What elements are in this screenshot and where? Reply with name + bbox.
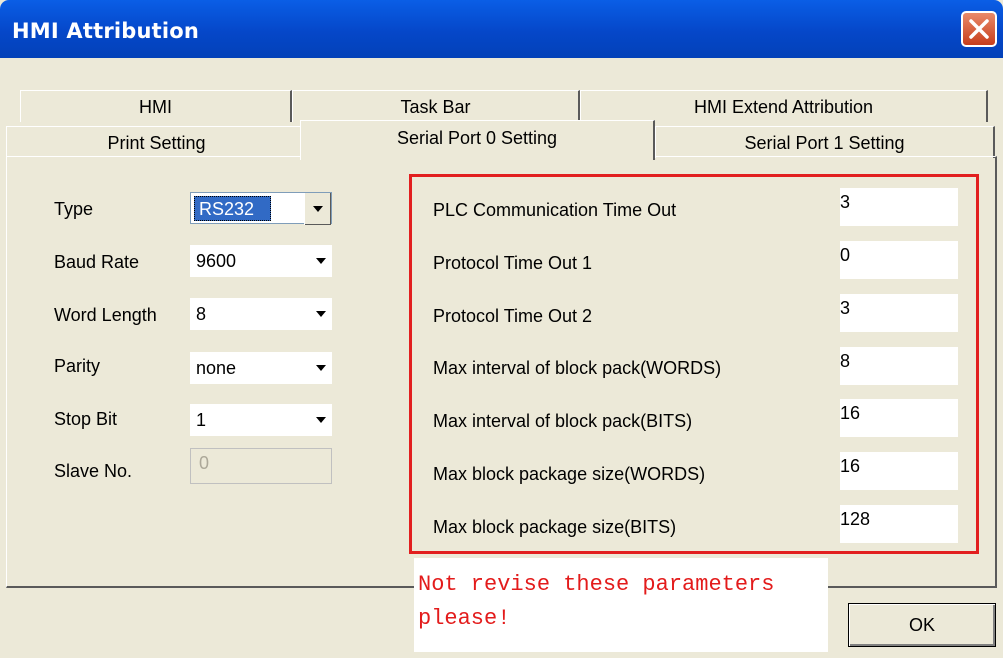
stop-bit-dropdown-button[interactable] (308, 404, 332, 436)
tab-hmi-extend-attribution[interactable]: HMI Extend Attribution (580, 90, 988, 122)
tab-label: HMI Extend Attribution (693, 97, 874, 117)
tab-serial-port-0-setting[interactable]: Serial Port 0 Setting (300, 120, 655, 160)
param-value: 16 (840, 403, 861, 423)
protocol-timeout-2-input[interactable]: 3 (840, 294, 958, 332)
param-value: 128 (840, 509, 871, 529)
baud-rate-label: Baud Rate (54, 252, 140, 272)
type-dropdown-button[interactable] (304, 193, 331, 225)
window-title: HMI Attribution (12, 19, 200, 43)
chevron-down-icon (316, 365, 326, 371)
chevron-down-icon (316, 258, 326, 264)
slave-no-label: Slave No. (54, 461, 133, 481)
stop-bit-label: Stop Bit (54, 409, 118, 429)
param-label: PLC Communication Time Out (433, 200, 677, 220)
parity-dropdown-button[interactable] (308, 352, 332, 384)
param-label: Max interval of block pack(WORDS) (433, 358, 722, 378)
max-package-words-input[interactable]: 16 (840, 452, 958, 490)
max-interval-words-input[interactable]: 8 (840, 347, 958, 385)
tab-label: Task Bar (400, 97, 471, 117)
tab-label: Print Setting (107, 133, 206, 153)
tab-row-front: Print Setting Serial Port 0 Setting Seri… (0, 120, 1003, 160)
tab-hmi[interactable]: HMI (20, 90, 292, 122)
word-length-label: Word Length (54, 305, 157, 325)
baud-rate-dropdown-button[interactable] (308, 245, 332, 277)
type-selected-highlight: RS232 (194, 196, 271, 221)
tab-label: HMI (139, 97, 172, 117)
param-value: 8 (840, 351, 851, 371)
tab-task-bar[interactable]: Task Bar (292, 90, 580, 122)
type-label: Type (54, 199, 94, 219)
slave-no-field: 0 (190, 448, 332, 484)
param-value: 3 (840, 192, 851, 212)
param-label: Protocol Time Out 1 (433, 253, 593, 273)
baud-rate-select[interactable]: 9600 (190, 245, 332, 277)
chevron-down-icon (313, 206, 323, 212)
param-label: Max block package size(WORDS) (433, 464, 706, 484)
param-value: 3 (840, 298, 851, 318)
param-value: 0 (840, 245, 851, 265)
parity-label: Parity (54, 356, 101, 376)
tab-label: Serial Port 1 Setting (744, 133, 905, 153)
type-value: RS232 (199, 199, 255, 219)
param-label: Protocol Time Out 2 (433, 306, 593, 326)
word-length-value: 8 (196, 304, 207, 324)
tab-label: Serial Port 0 Setting (396, 128, 558, 148)
ok-button[interactable]: OK (848, 603, 996, 647)
chevron-down-icon (316, 417, 326, 423)
word-length-dropdown-button[interactable] (308, 298, 332, 330)
plc-communication-timeout-input[interactable]: 3 (840, 188, 958, 226)
parity-value: none (196, 358, 237, 378)
type-select[interactable]: RS232 (190, 192, 332, 225)
baud-rate-value: 9600 (196, 251, 237, 271)
chevron-down-icon (316, 311, 326, 317)
warning-line-2: please! (418, 606, 511, 631)
stop-bit-value: 1 (196, 410, 207, 430)
protocol-timeout-1-input[interactable]: 0 (840, 241, 958, 279)
param-label: Max block package size(BITS) (433, 517, 677, 537)
title-bar[interactable]: HMI Attribution (0, 0, 1003, 58)
word-length-select[interactable]: 8 (190, 298, 332, 330)
parity-select[interactable]: none (190, 352, 332, 384)
close-icon (969, 19, 989, 39)
tab-print-setting[interactable]: Print Setting (6, 126, 308, 158)
param-value: 16 (840, 456, 861, 476)
param-label: Max interval of block pack(BITS) (433, 411, 693, 431)
warning-line-1: Not revise these parameters (418, 572, 775, 597)
close-button[interactable] (961, 11, 997, 47)
tab-serial-port-1-setting[interactable]: Serial Port 1 Setting (655, 126, 995, 158)
max-interval-bits-input[interactable]: 16 (840, 399, 958, 437)
warning-annotation: Not revise these parameters please! (414, 558, 828, 652)
max-package-bits-input[interactable]: 128 (840, 505, 958, 543)
tab-row-back: HMI Task Bar HMI Extend Attribution (0, 90, 1003, 122)
slave-no-value: 0 (199, 453, 210, 473)
stop-bit-select[interactable]: 1 (190, 404, 332, 436)
